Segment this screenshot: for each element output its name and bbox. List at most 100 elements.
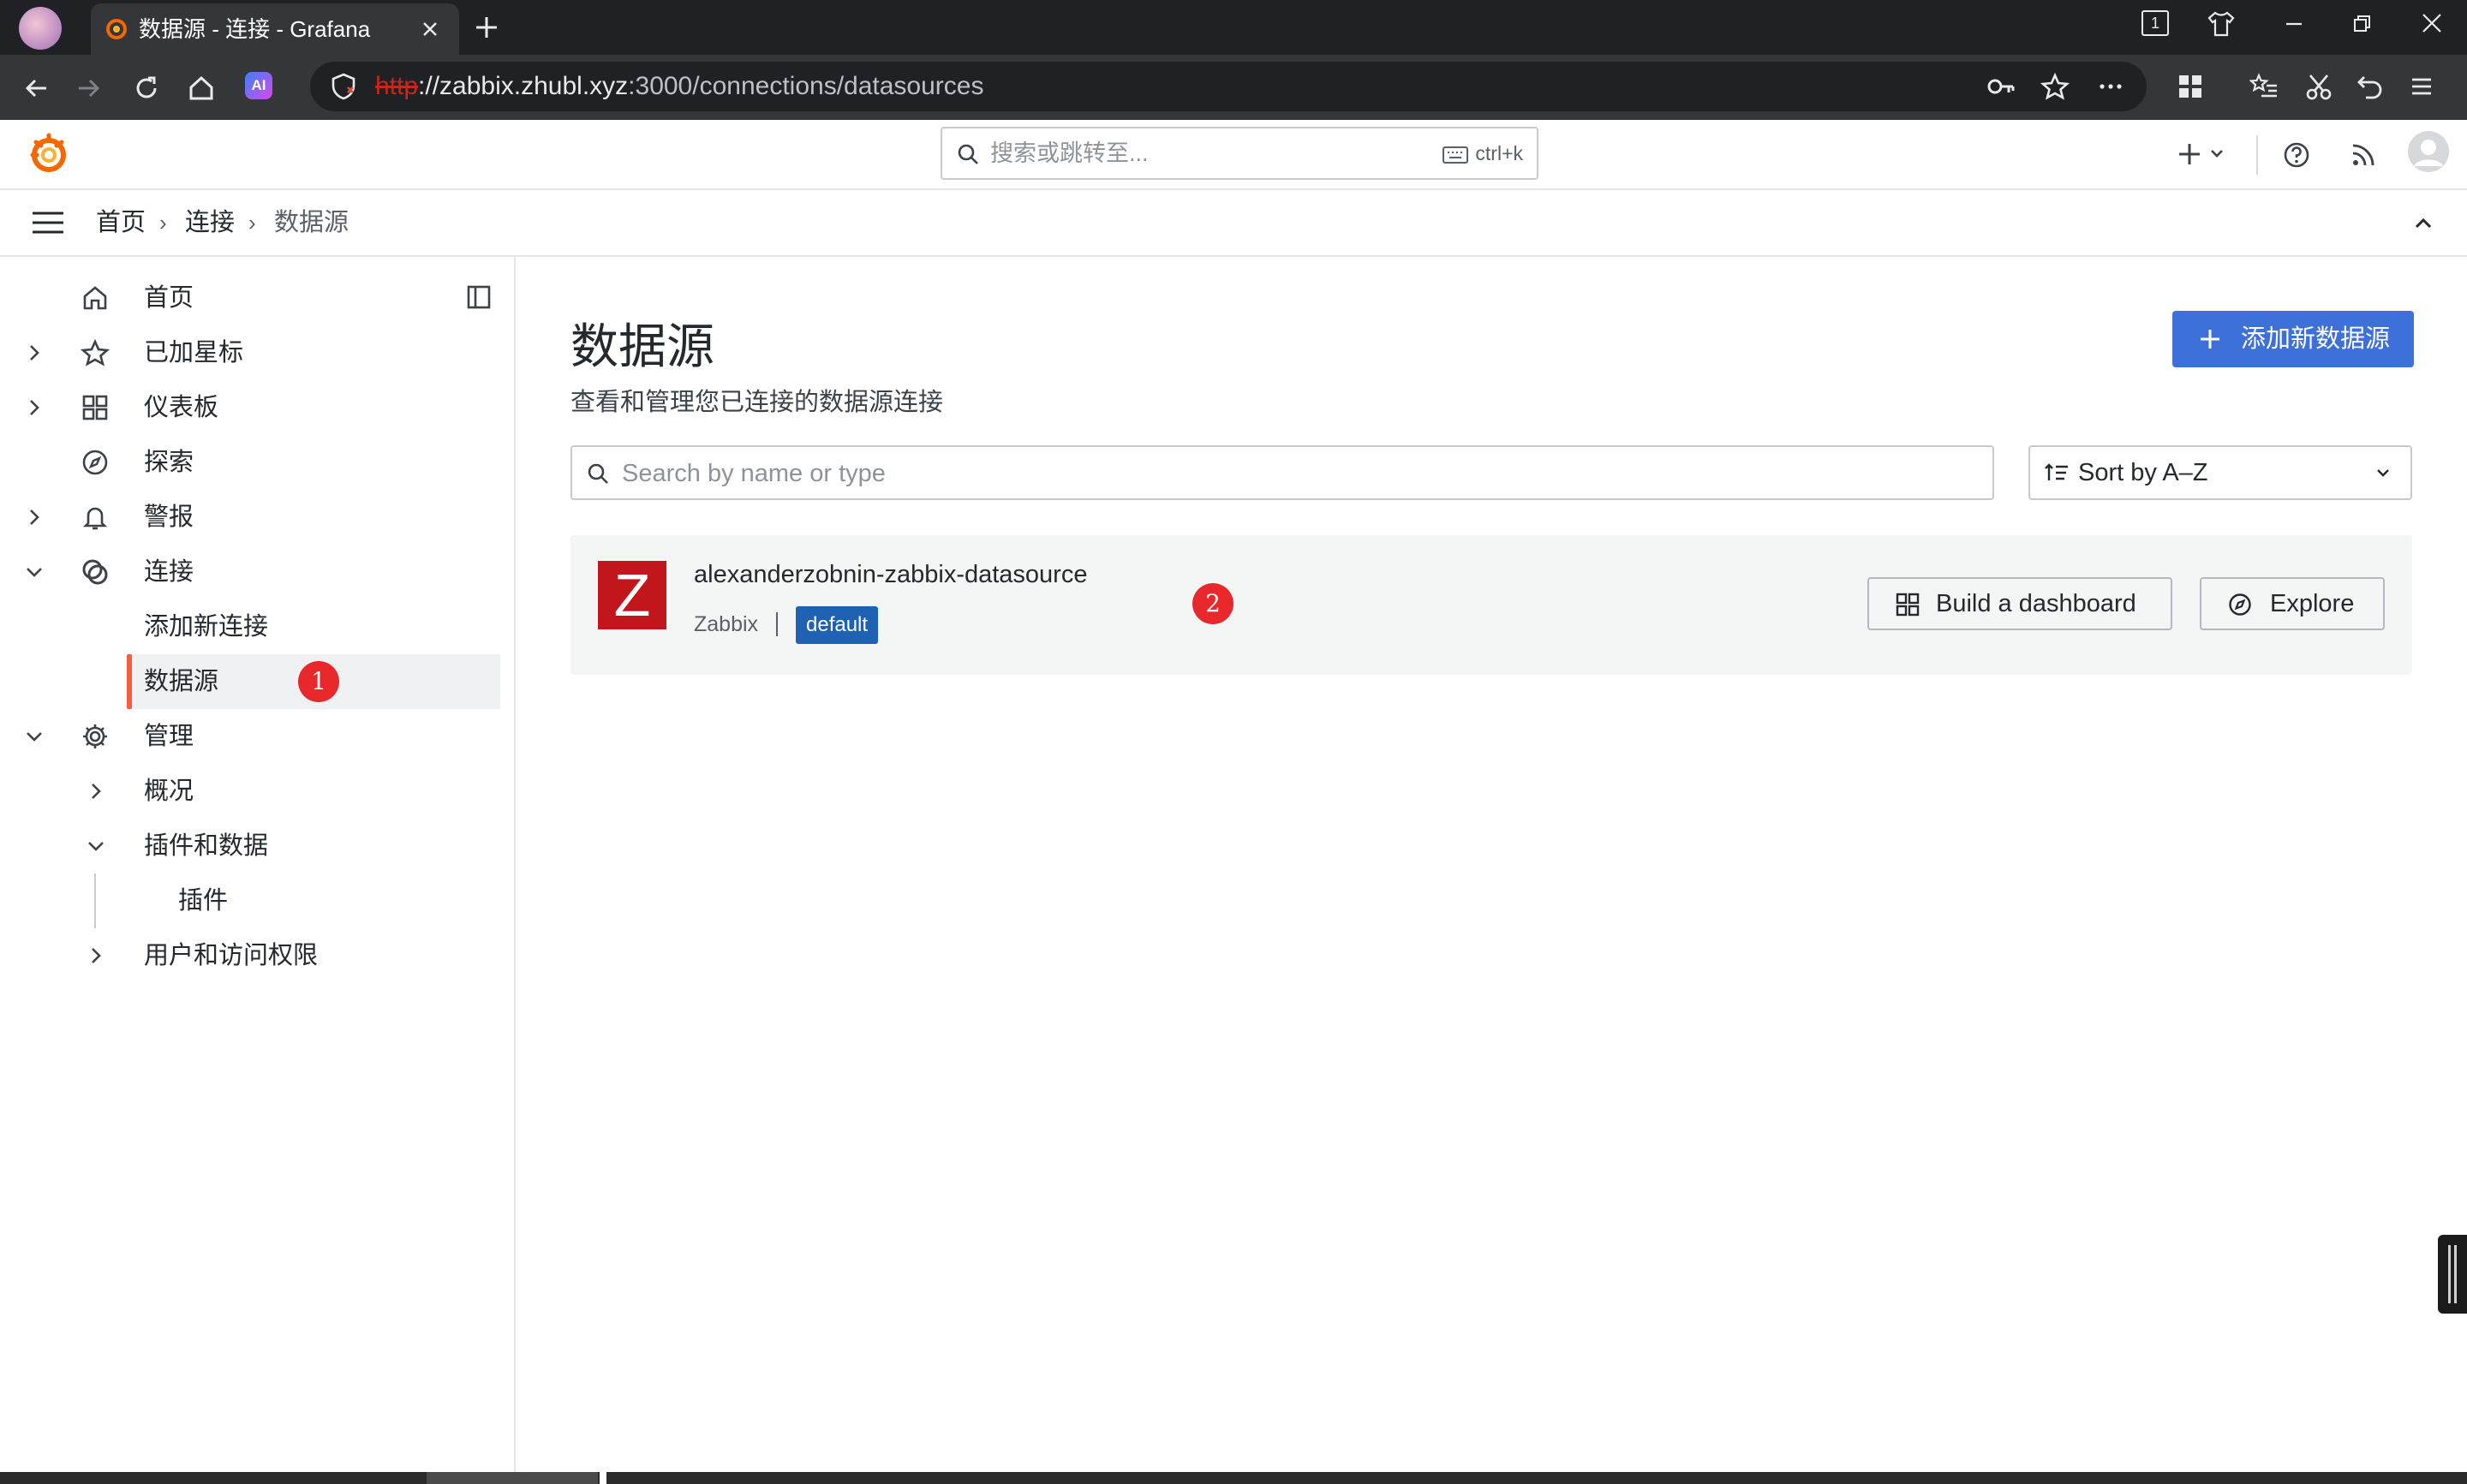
taskbar-segment xyxy=(600,1472,606,1484)
sidebar-nav: 首页 已加星标 仪表板 探索 警报 连接 添加新连接 数据源 1 管理 概况 插… xyxy=(0,257,516,1473)
global-search-placeholder: 搜索或跳转至... xyxy=(990,140,1149,166)
chevron-down-icon[interactable] xyxy=(84,834,108,858)
chevron-down-icon[interactable] xyxy=(22,560,46,584)
explore-button[interactable]: Explore xyxy=(2200,577,2385,630)
breadcrumb-connections[interactable]: 连接 xyxy=(185,190,235,255)
sidebar-item-starred[interactable]: 已加星标 xyxy=(0,325,500,380)
topbar-divider xyxy=(2256,135,2258,175)
page-title: 数据源 xyxy=(570,319,714,373)
shirt-skin-icon[interactable] xyxy=(2207,10,2236,38)
news-rss-icon[interactable] xyxy=(2349,140,2378,170)
sidebar-item-label: 管理 xyxy=(144,723,194,750)
global-search-input[interactable]: 搜索或跳转至... ctrl+k xyxy=(941,127,1538,180)
browser-profile-avatar[interactable] xyxy=(19,7,62,50)
compass-icon xyxy=(81,448,110,477)
meta-divider xyxy=(776,612,778,636)
url-path: :3000/connections/datasources xyxy=(628,72,984,100)
grafana-top-bar: 搜索或跳转至... ctrl+k xyxy=(0,120,2467,190)
home-browser-icon[interactable] xyxy=(187,74,216,103)
url-scheme: http xyxy=(375,72,419,100)
tab-count-icon[interactable]: 1 xyxy=(2141,10,2169,36)
chevron-up-icon[interactable] xyxy=(2410,211,2436,236)
address-bar[interactable]: http://zabbix.zhubl.xyz:3000/connections… xyxy=(310,62,2147,111)
explore-label: Explore xyxy=(2270,590,2355,617)
sidebar-item-datasources[interactable]: 数据源 1 xyxy=(127,654,500,709)
sidebar-item-label: 已加星标 xyxy=(144,339,244,367)
chevron-right-icon[interactable] xyxy=(22,505,46,529)
link-icon xyxy=(81,557,110,587)
help-icon[interactable] xyxy=(2282,140,2311,170)
search-shortcut-hint: ctrl+k xyxy=(1443,128,1523,178)
side-dock-handle[interactable] xyxy=(2438,1235,2467,1314)
password-key-icon[interactable] xyxy=(1986,72,2016,101)
chevron-right-icon[interactable] xyxy=(84,944,108,968)
scissors-icon[interactable] xyxy=(2304,72,2333,101)
sidebar-item-plugins-and-data[interactable]: 插件和数据 xyxy=(0,819,500,873)
restore-icon[interactable] xyxy=(2351,12,2374,36)
insecure-shield-icon[interactable] xyxy=(329,72,358,101)
sidebar-item-label: 首页 xyxy=(144,284,194,312)
add-datasource-label: 添加新数据源 xyxy=(2241,325,2391,353)
sidebar-item-label: 仪表板 xyxy=(144,394,219,421)
sidebar-item-explore[interactable]: 探索 xyxy=(0,435,500,490)
sidebar-item-label: 用户和访问权限 xyxy=(144,942,319,969)
sidebar-item-dashboards[interactable]: 仪表板 xyxy=(0,380,500,435)
taskbar-strip xyxy=(0,1472,2467,1484)
user-avatar[interactable] xyxy=(2407,130,2450,173)
close-window-icon[interactable] xyxy=(2419,10,2445,36)
favorites-list-icon[interactable] xyxy=(2249,72,2279,101)
breadcrumb-home[interactable]: 首页 xyxy=(96,190,146,255)
datasource-name[interactable]: alexanderzobnin-zabbix-datasource xyxy=(694,561,1087,589)
sidebar-item-home[interactable]: 首页 xyxy=(0,271,500,325)
browser-toolbar: AI http://zabbix.zhubl.xyz:3000/connecti… xyxy=(0,55,2467,120)
breadcrumb-separator: › xyxy=(248,210,256,235)
sort-select[interactable]: Sort by A–Z xyxy=(2028,445,2412,500)
add-datasource-button[interactable]: 添加新数据源 xyxy=(2172,311,2414,367)
sort-ascending-icon xyxy=(2044,462,2070,484)
close-tab-icon[interactable] xyxy=(420,19,440,39)
sidebar-item-label: 数据源 xyxy=(144,668,219,695)
forward-icon[interactable] xyxy=(74,74,103,103)
page-subtitle: 查看和管理您已连接的数据源连接 xyxy=(570,389,944,416)
apps-icon xyxy=(1895,592,1920,617)
bookmark-star-icon[interactable] xyxy=(2040,72,2070,101)
breadcrumb-datasources: 数据源 xyxy=(274,209,349,236)
datasource-search-input[interactable] xyxy=(620,450,1960,497)
sidebar-item-users-access[interactable]: 用户和访问权限 xyxy=(0,928,500,983)
sidebar-item-label: 概况 xyxy=(144,778,194,805)
datasource-search[interactable] xyxy=(570,445,1994,500)
more-dots-icon[interactable] xyxy=(2097,74,2124,99)
back-icon[interactable] xyxy=(22,74,51,103)
minimize-icon[interactable] xyxy=(2282,12,2306,36)
hamburger-menu-icon[interactable] xyxy=(31,209,65,236)
sidebar-item-connections[interactable]: 连接 xyxy=(0,545,500,599)
sidebar-item-alerting[interactable]: 警报 xyxy=(0,490,500,545)
chevron-down-icon[interactable] xyxy=(22,724,46,748)
sidebar-item-administration[interactable]: 管理 xyxy=(0,709,500,764)
undo-icon[interactable] xyxy=(2356,72,2385,101)
extensions-icon[interactable] xyxy=(2176,72,2205,101)
chevron-right-icon[interactable] xyxy=(84,779,108,803)
plus-icon xyxy=(2198,327,2222,351)
star-icon xyxy=(81,338,110,367)
breadcrumb-separator: › xyxy=(159,210,167,235)
build-dashboard-button[interactable]: Build a dashboard xyxy=(1867,577,2172,630)
ai-assistant-icon[interactable]: AI xyxy=(245,72,272,99)
search-icon xyxy=(586,462,610,486)
chevron-right-icon[interactable] xyxy=(22,341,46,365)
new-menu-button[interactable] xyxy=(2176,140,2231,168)
browser-tab-active[interactable]: 数据源 - 连接 - Grafana xyxy=(91,3,459,55)
grafana-logo-icon[interactable] xyxy=(27,132,70,176)
browser-menu-icon[interactable] xyxy=(2407,72,2436,101)
sidebar-item-plugins[interactable]: 插件 xyxy=(0,873,500,928)
chevron-right-icon[interactable] xyxy=(22,396,46,420)
sidebar-item-add-connection[interactable]: 添加新连接 xyxy=(0,599,500,654)
tab-title: 数据源 - 连接 - Grafana xyxy=(139,16,371,42)
annotation-marker-1: 1 xyxy=(298,661,339,702)
url-text[interactable]: http://zabbix.zhubl.xyz:3000/connections… xyxy=(375,62,983,111)
new-tab-icon[interactable] xyxy=(473,14,500,41)
sidebar-item-general[interactable]: 概况 xyxy=(0,764,500,819)
sidebar-item-label: 插件和数据 xyxy=(144,832,269,860)
reload-icon[interactable] xyxy=(132,74,161,103)
keyboard-icon xyxy=(1443,146,1469,164)
